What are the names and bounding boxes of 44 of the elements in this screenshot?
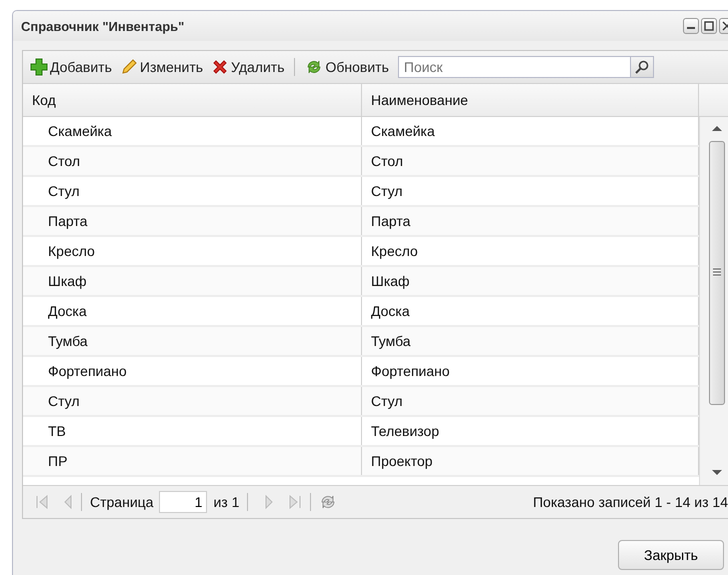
minimize-button[interactable] bbox=[683, 18, 699, 34]
refresh-button[interactable]: Обновить bbox=[302, 55, 392, 79]
table-cell: Стул bbox=[23, 387, 362, 415]
column-header[interactable]: Код bbox=[23, 84, 362, 117]
edit-button[interactable]: Изменить bbox=[116, 55, 206, 79]
maximize-icon bbox=[704, 21, 714, 31]
search-field[interactable]: Поиск bbox=[398, 56, 630, 78]
refresh-icon bbox=[319, 493, 338, 511]
table-cell: Парта bbox=[23, 207, 362, 235]
first-page-button[interactable] bbox=[35, 495, 49, 509]
table-cell: Шкаф bbox=[23, 267, 362, 295]
page-input[interactable]: 1 bbox=[159, 491, 208, 513]
plus-icon bbox=[30, 58, 48, 76]
page-count: из 1 bbox=[213, 494, 240, 510]
window-title: Справочник "Инвентарь" bbox=[21, 18, 186, 34]
scrollbar[interactable] bbox=[699, 117, 728, 485]
table-cell: ТВ bbox=[23, 417, 362, 445]
refresh-icon bbox=[305, 58, 324, 76]
delete-button[interactable]: Удалить bbox=[208, 55, 288, 79]
table-cell: ПР bbox=[23, 447, 362, 475]
maximize-button[interactable] bbox=[701, 18, 717, 34]
table-cell: Стул bbox=[23, 177, 362, 205]
scroll-up-icon[interactable] bbox=[712, 125, 722, 131]
column-header[interactable]: Наименование bbox=[362, 84, 699, 117]
refresh-button[interactable] bbox=[319, 493, 338, 511]
cross-icon bbox=[211, 58, 230, 76]
table-cell: Стол bbox=[23, 147, 362, 175]
add-button[interactable]: Добавить bbox=[27, 55, 115, 79]
previous-page-button[interactable] bbox=[63, 495, 73, 509]
scroll-thumb[interactable] bbox=[709, 141, 725, 405]
search-button[interactable] bbox=[630, 56, 654, 78]
close-dialog-button[interactable]: Закрыть bbox=[618, 540, 724, 570]
page-label: Страница bbox=[90, 494, 154, 510]
last-page-button[interactable] bbox=[288, 495, 302, 509]
pencil-icon bbox=[120, 58, 138, 76]
scroll-down-icon[interactable] bbox=[712, 470, 722, 476]
next-page-button[interactable] bbox=[264, 495, 274, 509]
table-cell: Кресло bbox=[23, 237, 362, 265]
table-cell: Тумба bbox=[23, 327, 362, 355]
table-cell: Фортепиано bbox=[23, 357, 362, 385]
record-summary: Показано записей 1 - 14 из 14 bbox=[532, 494, 728, 510]
search-icon bbox=[634, 60, 649, 74]
table-cell: Доска bbox=[23, 297, 362, 325]
table-cell: Скамейка bbox=[23, 117, 362, 145]
